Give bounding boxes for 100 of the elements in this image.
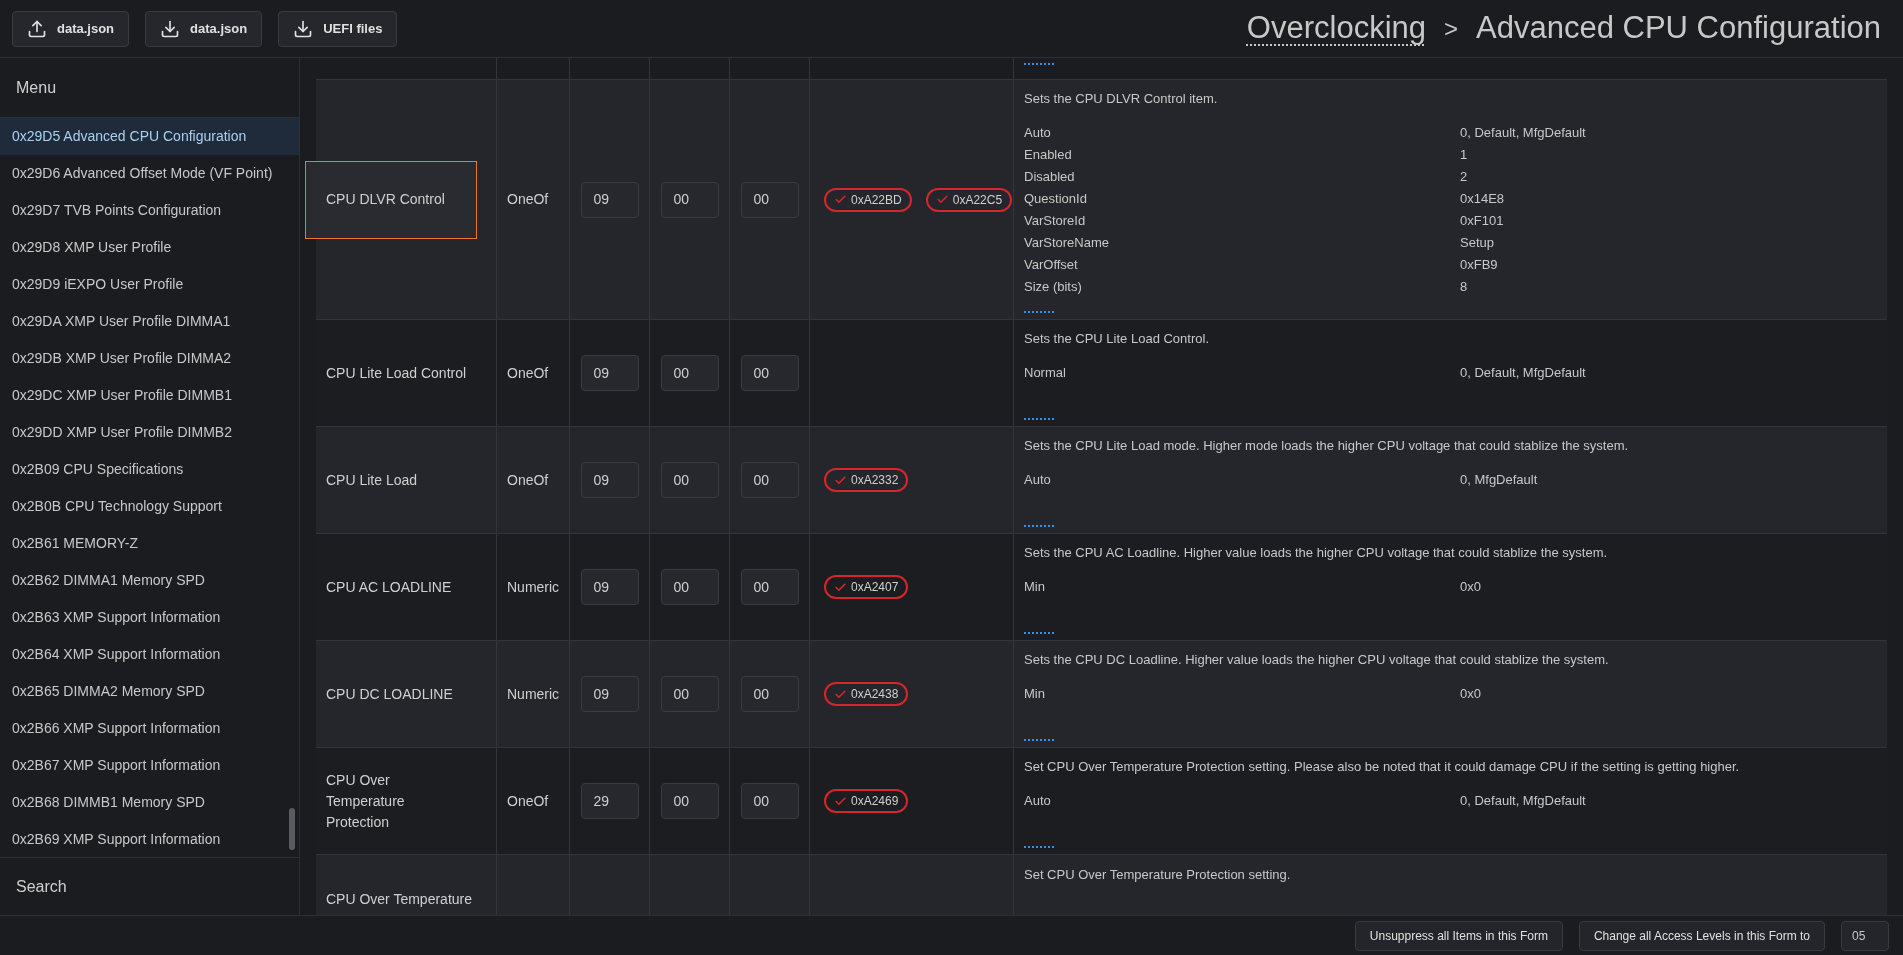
expand-dots[interactable] — [1024, 62, 1054, 65]
menu-item[interactable]: 0x2B63 XMP Support Information — [0, 599, 299, 636]
download-button[interactable]: UEFI files — [278, 10, 398, 47]
expand-dots[interactable] — [1024, 524, 1054, 527]
description-text: Sets the CPU DC Loadline. Higher value loads the higher CPU voltage that could stablize the system. — [1024, 651, 1610, 669]
value-field[interactable]: 00 — [660, 462, 719, 498]
property-key: VarOffset — [1024, 254, 1460, 276]
property-key: VarStoreId — [1024, 210, 1460, 232]
description-text: Set CPU Over Temperature Protection setting. Please also be noted that it could damage CPU if the setting is getting higher. — [1024, 758, 1741, 776]
property-value: 0x14E8 — [1460, 190, 1506, 208]
description-text: Set CPU Over Temperature Protection setting. — [1024, 866, 1292, 884]
type-label: OneOf — [507, 363, 549, 383]
type-label: OneOf — [507, 470, 549, 490]
setting-name[interactable]: CPU Lite Load Control — [305, 361, 477, 385]
property-value: 0xFB9 — [1460, 256, 1499, 274]
reference-badge[interactable]: 0xA22C5 — [925, 187, 1013, 212]
menu-item[interactable]: 0x29D7 TVB Points Configuration — [0, 192, 299, 229]
menu-item[interactable]: 0x2B68 DIMMB1 Memory SPD — [0, 784, 299, 821]
type-label: Numeric — [507, 684, 560, 704]
type-label: OneOf — [507, 791, 549, 811]
setting-name: CPU Over Temperature — [326, 891, 472, 907]
reference-badge[interactable]: 0xA2332 — [824, 468, 909, 492]
check-icon — [834, 794, 847, 808]
menu-item[interactable]: 0x2B69 XMP Support Information — [0, 821, 299, 858]
value-field[interactable]: 00 — [740, 569, 799, 605]
reference-badge[interactable]: 0xA2469 — [824, 789, 909, 813]
property-key: Min — [1024, 683, 1460, 705]
menu-item[interactable]: 0x29D6 Advanced Offset Mode (VF Point) — [0, 155, 299, 192]
property-key: QuestionId — [1024, 188, 1460, 210]
expand-dots[interactable] — [1024, 310, 1054, 313]
description-text: Sets the CPU Lite Load Control. — [1024, 330, 1210, 348]
value-field[interactable]: 09 — [580, 462, 639, 498]
property-value: 0, MfgDefault — [1460, 471, 1539, 489]
expand-dots[interactable] — [1024, 738, 1054, 741]
scrollbar-thumb[interactable] — [289, 808, 295, 850]
value-field[interactable]: 00 — [740, 355, 799, 391]
value-field[interactable]: 00 — [660, 783, 719, 819]
value-field[interactable]: 00 — [660, 676, 719, 712]
setting-name[interactable]: CPU AC LOADLINE — [305, 575, 477, 599]
reference-badge[interactable]: 0xA2438 — [824, 682, 909, 706]
property-key: Auto — [1024, 790, 1460, 812]
setting-name[interactable]: CPU Over Temperature Protection — [305, 768, 477, 834]
value-field[interactable]: 09 — [580, 181, 639, 218]
menu-item[interactable]: 0x29DB XMP User Profile DIMMA2 — [0, 340, 299, 377]
value-field[interactable]: 29 — [580, 783, 639, 819]
menu-item[interactable]: 0x29D9 iEXPO User Profile — [0, 266, 299, 303]
value-field[interactable]: 09 — [580, 355, 639, 391]
value-field[interactable]: 00 — [740, 676, 799, 712]
menu-item[interactable]: 0x2B65 DIMMA2 Memory SPD — [0, 673, 299, 710]
expand-dots[interactable] — [1024, 417, 1054, 420]
menu-item[interactable]: 0x2B62 DIMMA1 Memory SPD — [0, 562, 299, 599]
menu-item[interactable]: 0x2B61 MEMORY-Z — [0, 525, 299, 562]
value-field[interactable]: 00 — [740, 181, 799, 218]
setting-name[interactable]: CPU DC LOADLINE — [305, 682, 477, 706]
menu-item[interactable]: 0x2B09 CPU Specifications — [0, 451, 299, 488]
value-field[interactable]: 00 — [660, 355, 719, 391]
property-key: Auto — [1024, 469, 1460, 491]
expand-dots[interactable] — [1024, 845, 1054, 848]
menu-item[interactable]: 0x2B67 XMP Support Information — [0, 747, 299, 784]
value-field[interactable]: 09 — [580, 569, 639, 605]
check-icon — [834, 193, 847, 206]
property-value: 8 — [1460, 278, 1469, 296]
reference-badge[interactable]: 0xA2407 — [824, 575, 909, 599]
menu-item[interactable]: 0x29D8 XMP User Profile — [0, 229, 299, 266]
value-field[interactable]: 00 — [740, 462, 799, 498]
expand-dots[interactable] — [1024, 631, 1054, 634]
access-level-field[interactable]: 05 — [1841, 920, 1889, 951]
property-key: VarStoreName — [1024, 232, 1460, 254]
property-value: 0, Default, MfgDefault — [1460, 792, 1587, 810]
value-field[interactable]: 00 — [660, 181, 719, 218]
property-key: Size (bits) — [1024, 276, 1460, 298]
menu-item[interactable]: 0x29D5 Advanced CPU Configuration — [0, 118, 299, 155]
setting-name[interactable]: CPU Lite Load — [305, 468, 477, 492]
reference-badge[interactable]: 0xA22BD — [824, 187, 912, 212]
menu-item[interactable]: 0x2B64 XMP Support Information — [0, 636, 299, 673]
description-text: Sets the CPU AC Loadline. Higher value loads the higher CPU voltage that could stablize the system. — [1024, 544, 1609, 562]
value-field[interactable]: 00 — [660, 569, 719, 605]
type-label: OneOf — [507, 190, 549, 209]
value-field[interactable]: 00 — [740, 783, 799, 819]
form-action-button[interactable]: Change all Access Levels in this Form to — [1578, 920, 1825, 951]
property-value: 0x0 — [1460, 578, 1482, 596]
property-key: Enabled — [1024, 144, 1460, 166]
search-label[interactable]: Search — [16, 874, 67, 899]
menu-item[interactable]: 0x2B0B CPU Technology Support — [0, 488, 299, 525]
description-text: Sets the CPU Lite Load mode. Higher mode loads the higher CPU voltage that could stablize the system. — [1024, 437, 1630, 455]
value-field[interactable]: 09 — [580, 676, 639, 712]
menu-item[interactable]: 0x2B66 XMP Support Information — [0, 710, 299, 747]
menu-item[interactable]: 0x29DD XMP User Profile DIMMB2 — [0, 414, 299, 451]
form-action-button[interactable]: Unsuppress all Items in this Form — [1354, 920, 1563, 951]
download-button[interactable]: data.json — [145, 10, 263, 47]
menu-item[interactable]: 0x29DA XMP User Profile DIMMA1 — [0, 303, 299, 340]
upload-button[interactable]: data.json — [12, 10, 130, 47]
breadcrumb-link[interactable]: Overclocking — [1246, 5, 1427, 52]
property-value: 2 — [1460, 168, 1469, 186]
property-key: Normal — [1024, 362, 1460, 384]
property-value: 0x0 — [1460, 685, 1482, 703]
check-icon — [834, 580, 847, 594]
property-key: Disabled — [1024, 166, 1460, 188]
setting-name[interactable]: CPU DLVR Control — [305, 160, 477, 239]
menu-item[interactable]: 0x29DC XMP User Profile DIMMB1 — [0, 377, 299, 414]
